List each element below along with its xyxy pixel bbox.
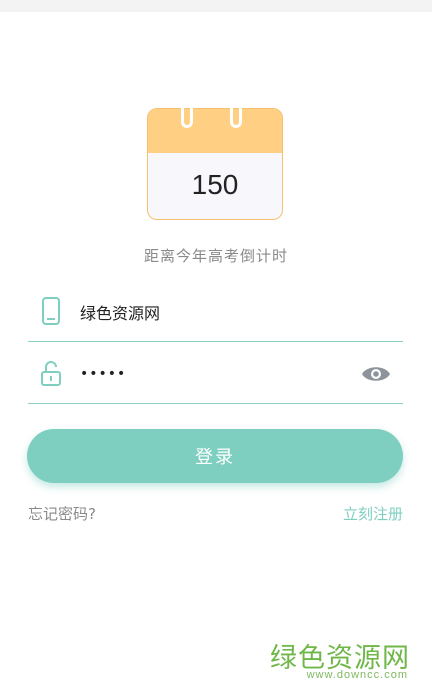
phone-icon <box>42 297 60 325</box>
eye-icon[interactable] <box>361 363 391 385</box>
login-screen: 150 距离今年高考倒计时 登录 忘记密码? 立刻注册 绿色资源网 www.do… <box>0 0 432 693</box>
status-bar-strip <box>0 0 432 12</box>
watermark-url: www.downcc.com <box>306 669 408 681</box>
register-link[interactable]: 立刻注册 <box>343 503 403 524</box>
password-input[interactable] <box>80 357 350 391</box>
calendar-header <box>148 109 282 153</box>
countdown-days: 150 <box>191 169 239 200</box>
username-input[interactable] <box>80 295 350 329</box>
calendar-ring-icon <box>181 96 193 128</box>
forgot-password-link[interactable]: 忘记密码? <box>28 503 96 524</box>
username-field <box>28 283 403 342</box>
countdown-label: 距离今年高考倒计时 <box>143 247 288 265</box>
login-button[interactable]: 登录 <box>27 429 403 483</box>
unlock-icon <box>41 361 61 386</box>
password-field <box>28 345 403 404</box>
calendar-ring-icon <box>230 96 242 128</box>
